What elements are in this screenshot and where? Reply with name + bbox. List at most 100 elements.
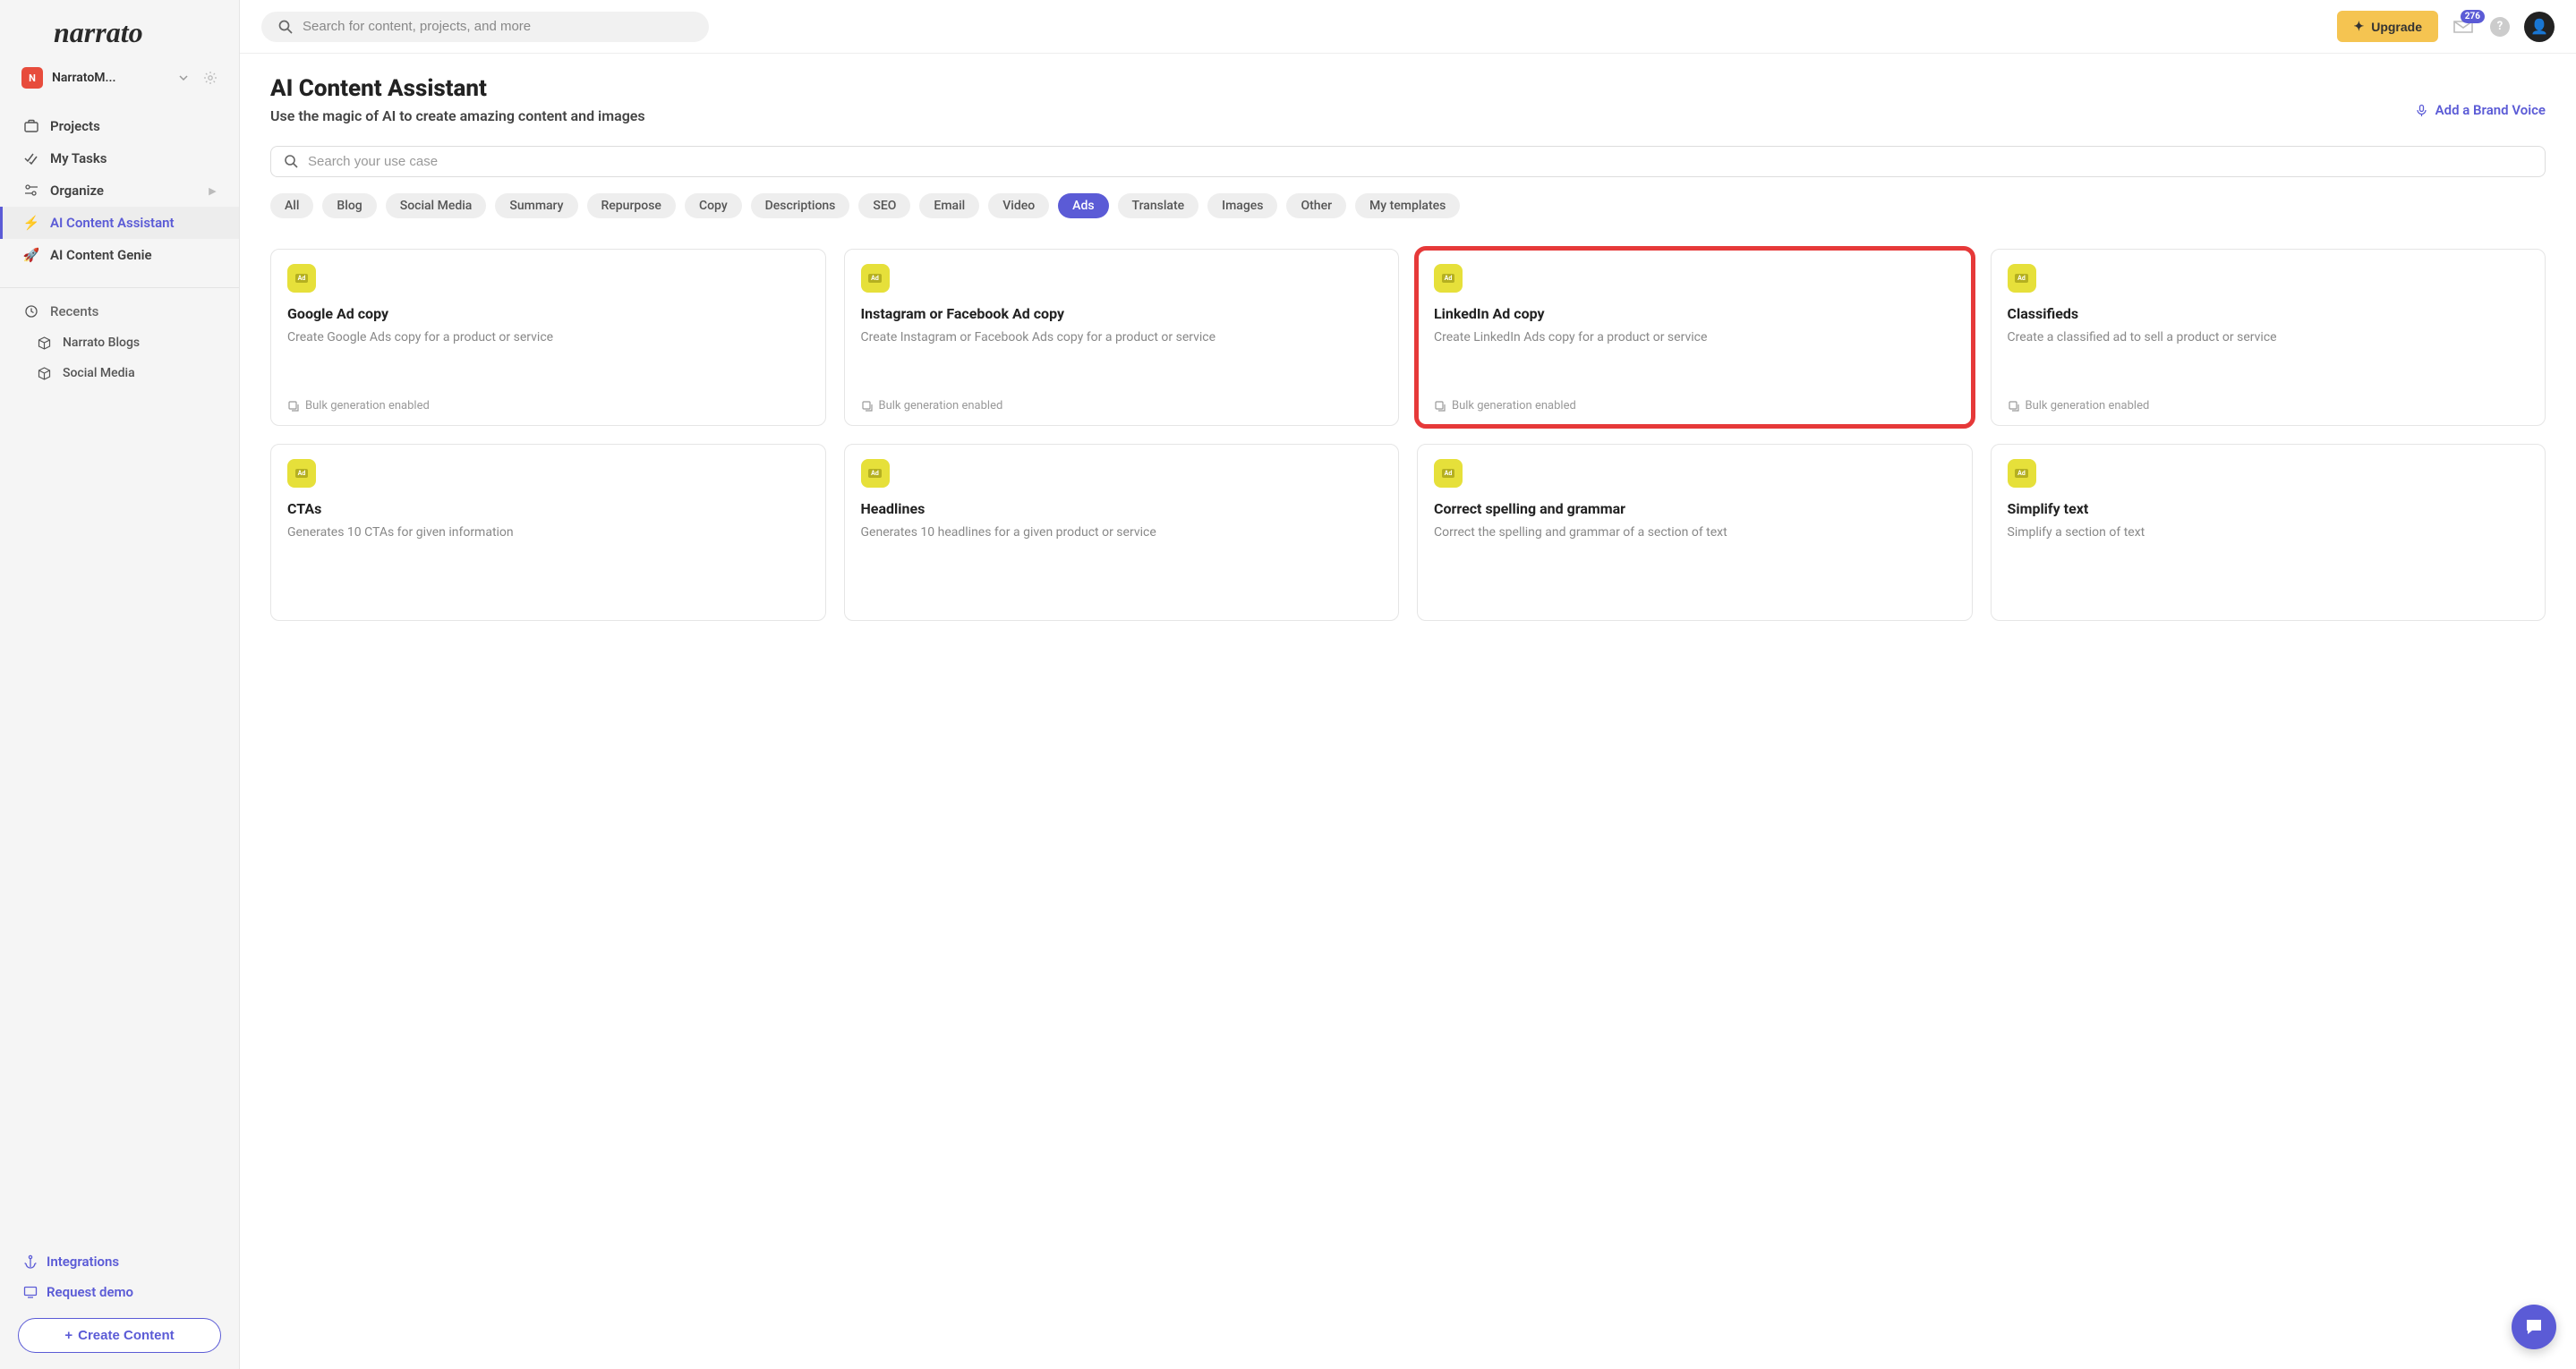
card-title: Headlines bbox=[861, 500, 1383, 517]
card-title: Classifieds bbox=[2008, 305, 2529, 322]
upgrade-button[interactable]: ✦ Upgrade bbox=[2337, 11, 2438, 42]
card-title: Instagram or Facebook Ad copy bbox=[861, 305, 1383, 322]
create-content-button[interactable]: + Create Content bbox=[18, 1318, 221, 1353]
chip-other[interactable]: Other bbox=[1286, 193, 1346, 218]
bulk-indicator: Bulk generation enabled bbox=[2008, 399, 2529, 412]
ad-badge-icon: Ad bbox=[1434, 459, 1463, 488]
intercom-launcher[interactable] bbox=[2512, 1305, 2556, 1349]
search-icon bbox=[284, 154, 299, 169]
nav-label: Organize bbox=[50, 183, 104, 199]
filter-chips: All Blog Social Media Summary Repurpose Copy D… bbox=[270, 193, 2546, 218]
workspace-switcher[interactable]: N NarratoM... bbox=[0, 60, 239, 96]
chip-my-templates[interactable]: My templates bbox=[1355, 193, 1460, 218]
page-header: AI Content Assistant Use the magic of AI… bbox=[270, 75, 2546, 124]
nav-ai-content-assistant[interactable]: ⚡ AI Content Assistant bbox=[0, 207, 239, 239]
card-description: Create Google Ads copy for a product or … bbox=[287, 329, 809, 388]
content-area: AI Content Assistant Use the magic of AI… bbox=[240, 54, 2576, 1369]
card-title: LinkedIn Ad copy bbox=[1434, 305, 1956, 322]
gear-icon[interactable] bbox=[203, 71, 218, 85]
footer-label: Integrations bbox=[47, 1254, 119, 1270]
nav-label: Recents bbox=[50, 303, 98, 319]
anchor-icon bbox=[23, 1254, 38, 1269]
recent-label: Narrato Blogs bbox=[63, 336, 140, 350]
chip-video[interactable]: Video bbox=[988, 193, 1049, 218]
ad-badge-icon: Ad bbox=[861, 264, 890, 293]
divider bbox=[0, 287, 239, 288]
chip-social-media[interactable]: Social Media bbox=[386, 193, 487, 218]
chip-seo[interactable]: SEO bbox=[858, 193, 910, 218]
nav-organize[interactable]: Organize ▸ bbox=[0, 174, 239, 207]
workspace-badge: N bbox=[21, 67, 43, 89]
template-card[interactable]: Ad Headlines Generates 10 headlines for a … bbox=[844, 444, 1400, 621]
chip-email[interactable]: Email bbox=[919, 193, 979, 218]
bulk-indicator: Bulk generation enabled bbox=[1434, 399, 1956, 412]
recent-item-narrato-blogs[interactable]: Narrato Blogs bbox=[0, 327, 239, 358]
chip-images[interactable]: Images bbox=[1207, 193, 1277, 218]
card-description: Correct the spelling and grammar of a se… bbox=[1434, 524, 1956, 608]
card-description: Generates 10 headlines for a given produ… bbox=[861, 524, 1383, 608]
template-card[interactable]: Ad Classifieds Create a classified ad to s… bbox=[1991, 249, 2546, 426]
chip-blog[interactable]: Blog bbox=[322, 193, 376, 218]
template-card[interactable]: AdCTAsGenerates 10 CTAs for given inform… bbox=[270, 444, 826, 621]
add-brand-voice-button[interactable]: Add a Brand Voice bbox=[2415, 102, 2546, 118]
usecase-search-input[interactable] bbox=[308, 154, 2532, 169]
help-button[interactable]: ? bbox=[2490, 17, 2510, 37]
card-title: Simplify text bbox=[2008, 500, 2529, 517]
brand-voice-label: Add a Brand Voice bbox=[2435, 102, 2546, 118]
nav-label: AI Content Assistant bbox=[50, 215, 175, 231]
notifications-button[interactable]: 276 bbox=[2452, 17, 2476, 37]
sliders-icon bbox=[23, 183, 39, 199]
nav-label: My Tasks bbox=[50, 150, 107, 166]
nav-ai-content-genie[interactable]: 🚀 AI Content Genie bbox=[0, 239, 239, 271]
lightning-icon: ⚡ bbox=[23, 215, 39, 231]
workspace-name: NarratoM... bbox=[52, 71, 169, 85]
nav-projects[interactable]: Projects bbox=[0, 110, 239, 142]
card-description: Simplify a section of text bbox=[2008, 524, 2529, 608]
chip-descriptions[interactable]: Descriptions bbox=[751, 193, 850, 218]
ad-badge-icon: Ad bbox=[861, 459, 890, 488]
template-card[interactable]: AdInstagram or Facebook Ad copyCreate In… bbox=[844, 249, 1400, 426]
global-search-input[interactable] bbox=[303, 19, 693, 34]
global-search[interactable] bbox=[261, 12, 709, 42]
bulk-indicator: Bulk generation enabled bbox=[861, 399, 1383, 412]
check-icon bbox=[23, 150, 39, 166]
card-title: CTAs bbox=[287, 500, 809, 517]
nav-recents[interactable]: Recents bbox=[0, 295, 239, 327]
nav-label: AI Content Genie bbox=[50, 247, 152, 263]
card-title: Correct spelling and grammar bbox=[1434, 500, 1956, 517]
page-subtitle: Use the magic of AI to create amazing co… bbox=[270, 107, 645, 124]
chip-copy[interactable]: Copy bbox=[685, 193, 742, 218]
template-card[interactable]: Ad Correct spelling and grammar Correct th… bbox=[1417, 444, 1973, 621]
chip-translate[interactable]: Translate bbox=[1118, 193, 1199, 218]
chip-summary[interactable]: Summary bbox=[495, 193, 577, 218]
user-avatar[interactable]: 👤 bbox=[2524, 12, 2555, 42]
card-description: Create a classified ad to sell a product… bbox=[2008, 329, 2529, 388]
chip-repurpose[interactable]: Repurpose bbox=[587, 193, 676, 218]
template-card[interactable]: AdGoogle Ad copyCreate Google Ads copy f… bbox=[270, 249, 826, 426]
primary-nav: Projects My Tasks Organize ▸ ⚡ AI Conten… bbox=[0, 110, 239, 388]
template-card[interactable]: AdSimplify textSimplify a section of tex… bbox=[1991, 444, 2546, 621]
chevron-down-icon[interactable] bbox=[178, 72, 189, 83]
button-label: Create Content bbox=[78, 1328, 175, 1343]
card-description: Create LinkedIn Ads copy for a product o… bbox=[1434, 329, 1956, 388]
cube-icon bbox=[36, 367, 52, 380]
briefcase-icon bbox=[23, 118, 39, 134]
rocket-icon: 🚀 bbox=[23, 247, 39, 263]
search-icon bbox=[277, 19, 294, 35]
template-cards: AdGoogle Ad copyCreate Google Ads copy f… bbox=[270, 249, 2546, 621]
recent-item-social-media[interactable]: Social Media bbox=[0, 358, 239, 388]
request-demo-link[interactable]: Request demo bbox=[18, 1277, 221, 1307]
nav-my-tasks[interactable]: My Tasks bbox=[0, 142, 239, 174]
template-card[interactable]: AdLinkedIn Ad copyCreate LinkedIn Ads co… bbox=[1417, 249, 1973, 426]
chip-ads[interactable]: Ads bbox=[1058, 193, 1108, 218]
integrations-link[interactable]: Integrations bbox=[18, 1246, 221, 1277]
ad-badge-icon: Ad bbox=[2008, 264, 2036, 293]
cube-icon bbox=[36, 336, 52, 350]
sidebar-footer: Integrations Request demo + Create Conte… bbox=[0, 1230, 239, 1369]
notification-badge: 276 bbox=[2461, 10, 2485, 23]
chip-all[interactable]: All bbox=[270, 193, 313, 218]
plus-icon: + bbox=[64, 1328, 73, 1343]
ad-badge-icon: Ad bbox=[287, 459, 316, 488]
ad-badge-icon: Ad bbox=[287, 264, 316, 293]
usecase-search[interactable] bbox=[270, 146, 2546, 177]
